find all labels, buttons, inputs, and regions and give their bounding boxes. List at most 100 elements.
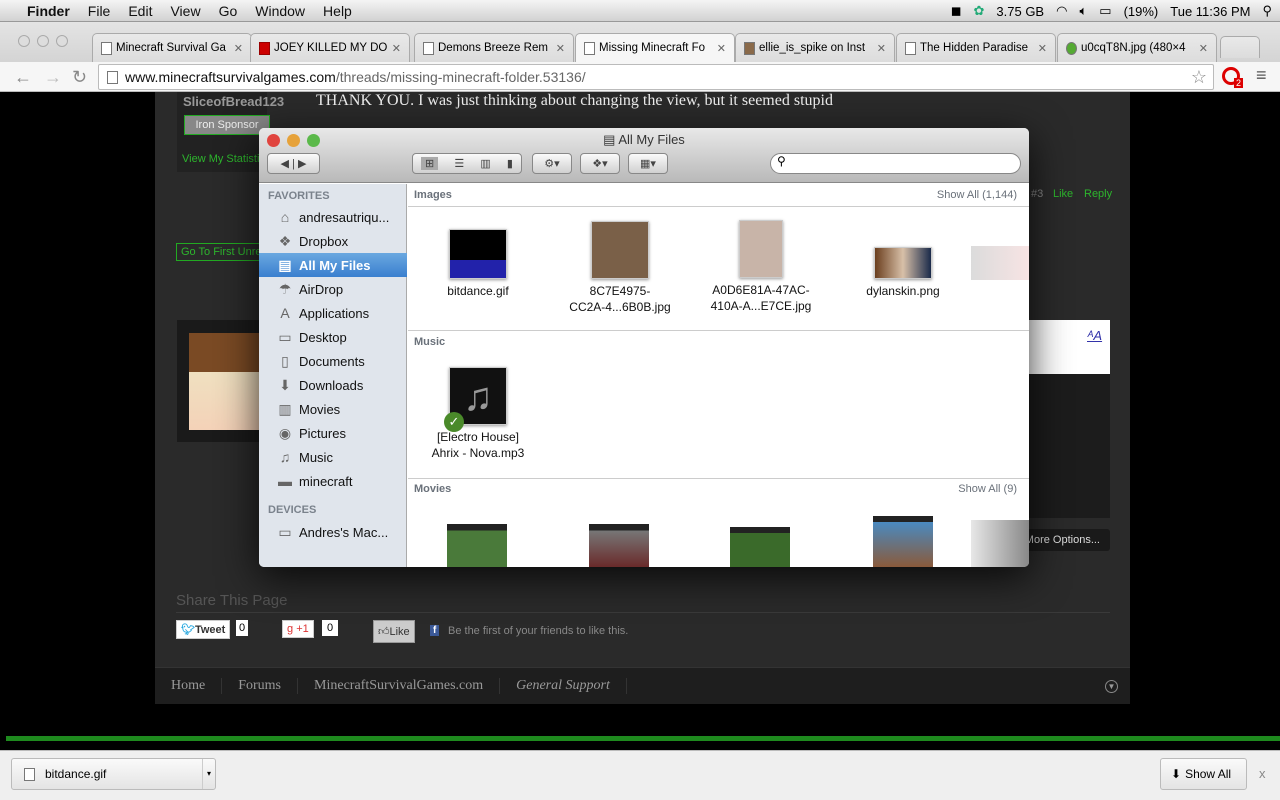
back-forward-buttons[interactable]: ◀ | ▶ (267, 153, 320, 174)
battery-percent[interactable]: (19%) (1124, 4, 1159, 19)
back-icon[interactable]: ← (14, 67, 32, 88)
battery-icon[interactable]: ▭ (1099, 3, 1111, 19)
sidebar-item-pictures[interactable]: ◉ Pictures (259, 421, 407, 445)
movies-icon: ▥ (278, 400, 292, 417)
sidebar-item-documents[interactable]: ▯ Documents (259, 349, 407, 373)
file-item[interactable]: bitdance.gif (418, 229, 538, 299)
spotlight-icon[interactable]: ⚲ (1262, 3, 1272, 19)
bookmark-star-icon[interactable]: ☆ (1191, 67, 1207, 88)
tab-active[interactable]: Missing Minecraft Fo ✕ (575, 33, 735, 62)
tab[interactable]: ellie_is_spike on Inst ✕ (735, 33, 895, 62)
file-item[interactable]: ♫ ✓ [Electro House] Ahrix - Nova.mp3 (418, 367, 538, 461)
username[interactable]: SliceofBread123 (183, 94, 284, 109)
back-icon[interactable]: ◀ (281, 157, 289, 170)
tweet-button[interactable]: 🐦︎Tweet (176, 620, 231, 639)
file-item[interactable]: dylanskin.png (843, 247, 963, 299)
memory-readout[interactable]: 3.75 GB (996, 4, 1044, 19)
tab[interactable]: u0cqT8N.jpg (480×4 ✕ (1057, 33, 1217, 62)
new-tab-button[interactable] (1220, 36, 1260, 58)
facebook-like-button[interactable]: 👍︎Like (373, 620, 415, 643)
address-bar[interactable]: www.minecraftsurvivalgames.com/threads/m… (98, 64, 1214, 90)
sidebar-item-music[interactable]: ♫ Music (259, 445, 407, 469)
download-item[interactable]: bitdance.gif ▾ (11, 758, 216, 790)
tab[interactable]: The Hidden Paradise ✕ (896, 33, 1056, 62)
movie-thumbnail[interactable] (730, 527, 790, 567)
close-icon[interactable] (18, 35, 30, 47)
menu-finder[interactable]: Finder (18, 3, 79, 19)
wifi-icon[interactable]: ◠ (1056, 3, 1067, 19)
movies-show-all[interactable]: Show All (9) (958, 483, 1017, 495)
tab[interactable]: Demons Breeze Rem ✕ (414, 33, 574, 62)
movie-thumbnail[interactable] (589, 524, 649, 567)
breadcrumb-general-support[interactable]: General Support (500, 678, 627, 694)
sidebar-item-device[interactable]: ▭ Andres's Mac... (259, 520, 407, 544)
tab[interactable]: JOEY KILLED MY DOG ✕ (250, 33, 410, 62)
jump-menu-icon[interactable]: ▼ (1105, 679, 1118, 693)
forward-icon[interactable]: → (44, 67, 62, 88)
sidebar-item-movies[interactable]: ▥ Movies (259, 397, 407, 421)
like-link[interactable]: Like (1053, 188, 1073, 200)
sidebar-item-airdrop[interactable]: ☂ AirDrop (259, 277, 407, 301)
search-input[interactable]: ⚲ (770, 153, 1021, 174)
download-menu-arrow-icon[interactable]: ▾ (201, 759, 215, 789)
movie-stack-thumbnail[interactable] (971, 520, 1029, 567)
close-tab-icon[interactable]: ✕ (1199, 42, 1208, 55)
google-plus-button[interactable]: g +1 (282, 620, 314, 638)
post-number[interactable]: #3 (1031, 188, 1043, 200)
sidebar-item-applications[interactable]: A Applications (259, 301, 407, 325)
reply-link[interactable]: Reply (1084, 188, 1112, 200)
movie-thumbnail[interactable] (873, 516, 933, 567)
close-download-bar-button[interactable]: x (1259, 766, 1266, 781)
sidebar-item-downloads[interactable]: ⬇ Downloads (259, 373, 407, 397)
close-tab-icon[interactable]: ✕ (234, 42, 243, 55)
close-tab-icon[interactable]: ✕ (392, 42, 401, 55)
arrange-button[interactable]: ▦▾ (628, 153, 668, 174)
show-all-downloads-button[interactable]: ⬇ Show All (1160, 758, 1247, 790)
breadcrumb-site[interactable]: MinecraftSurvivalGames.com (298, 678, 501, 694)
volume-icon[interactable]: 🔈︎ (1079, 3, 1087, 19)
menu-view[interactable]: View (161, 3, 209, 19)
minimize-icon[interactable] (37, 35, 49, 47)
images-show-all[interactable]: Show All (1,144) (937, 189, 1017, 201)
zoom-icon[interactable] (56, 35, 68, 47)
file-item[interactable]: A0D6E81A-47AC- 410A-A...E7CE.jpg (701, 220, 821, 314)
coverflow-view-icon[interactable]: ▮ (507, 157, 513, 170)
action-menu-button[interactable]: ⚙▾ (532, 153, 572, 174)
dropbox-menu-button[interactable]: ❖▾ (580, 153, 620, 174)
movie-thumbnail[interactable] (447, 524, 507, 567)
menu-window[interactable]: Window (246, 3, 314, 19)
list-view-icon[interactable]: ☰ (454, 157, 464, 170)
sidebar-item-all-my-files[interactable]: ▤ All My Files (259, 253, 407, 277)
sidebar-item-desktop[interactable]: ▭ Desktop (259, 325, 407, 349)
column-view-icon[interactable]: ▥ (480, 157, 490, 170)
view-mode-control[interactable]: ⊞ ☰ ▥ ▮ (412, 153, 522, 174)
shield-check-icon[interactable]: ◼ (951, 3, 962, 19)
menu-help[interactable]: Help (314, 3, 361, 19)
icon-view-icon[interactable]: ⊞ (421, 157, 439, 170)
forward-icon[interactable]: ▶ (298, 157, 306, 170)
tab[interactable]: Minecraft Survival Ga ✕ (92, 33, 252, 62)
sidebar-item-minecraft[interactable]: ▬ minecraft (259, 469, 407, 493)
close-tab-icon[interactable]: ✕ (877, 42, 886, 55)
first-unread-button[interactable]: Go To First Unread (176, 243, 260, 261)
memory-icon[interactable]: ✿ (974, 3, 985, 19)
view-statistics-link[interactable]: View My Statistics (182, 153, 270, 165)
clock[interactable]: Tue 11:36 PM (1170, 4, 1250, 19)
user-avatar[interactable] (189, 333, 261, 430)
file-stack-thumbnail[interactable] (971, 246, 1029, 280)
close-tab-icon[interactable]: ✕ (1038, 42, 1047, 55)
close-tab-icon[interactable]: ✕ (717, 42, 726, 55)
breadcrumb-forums[interactable]: Forums (222, 678, 299, 694)
menu-file[interactable]: File (79, 3, 120, 19)
breadcrumb-home[interactable]: Home (155, 678, 223, 694)
menu-icon[interactable]: ≡ (1256, 65, 1267, 86)
file-item[interactable]: 8C7E4975- CC2A-4...6B0B.jpg (560, 221, 680, 315)
menu-edit[interactable]: Edit (119, 3, 161, 19)
sidebar-item-dropbox[interactable]: ❖ Dropbox (259, 229, 407, 253)
font-size-icon[interactable]: ᴬA (1087, 328, 1102, 343)
sidebar-item-andresautriqu-[interactable]: ⌂ andresautriqu... (259, 205, 407, 229)
more-options-button[interactable]: More Options... (1023, 529, 1110, 551)
reload-icon[interactable]: ↻ (72, 67, 87, 88)
close-tab-icon[interactable]: ✕ (556, 42, 565, 55)
menu-go[interactable]: Go (210, 3, 247, 19)
